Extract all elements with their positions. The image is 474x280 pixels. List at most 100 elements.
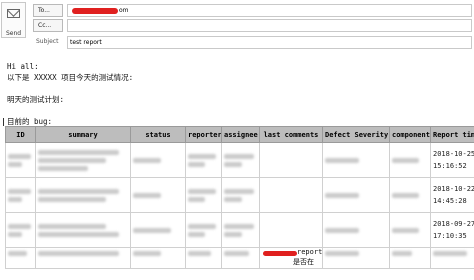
blurred-content: [8, 231, 22, 237]
blurred-content: [188, 188, 216, 194]
blurred-content: [188, 223, 216, 229]
report-date: 2018-09-27: [433, 220, 474, 228]
cell-summary: [35, 247, 131, 269]
report-date: 2018-10-22: [433, 185, 474, 193]
send-button-label: Send: [5, 30, 22, 37]
cc-button-label: Cc...: [38, 22, 52, 29]
col-header-last-comments: last comments: [259, 126, 323, 143]
cell-last-comments: report 是否在: [259, 247, 323, 269]
redacted-recipient: [72, 8, 118, 14]
blurred-content: [392, 251, 412, 256]
blurred-content: [224, 196, 243, 202]
blurred-content: [188, 153, 216, 159]
col-header-summary: summary: [35, 126, 131, 143]
cell-reporter: [185, 177, 222, 213]
blurred-content: [224, 161, 243, 167]
blurred-content: [224, 231, 243, 237]
cell-component: [389, 212, 431, 248]
blurred-content: [8, 196, 22, 202]
blurred-content: [8, 153, 31, 159]
cell-report-time: 2018-10-25 15:16:52: [430, 142, 474, 178]
subject-value: test report: [70, 39, 102, 46]
cell-component: [389, 142, 431, 178]
blurred-content: [38, 165, 88, 171]
blurred-content: [188, 196, 206, 202]
blurred-content: [224, 251, 249, 256]
to-field[interactable]: om: [67, 4, 472, 17]
table-row: 2018-09-27 17:10:35: [5, 212, 474, 248]
col-header-report-time: Report time: [430, 126, 474, 143]
col-header-assignee: assignee: [221, 126, 260, 143]
body-line-plan: 明天的测试计划:: [7, 95, 65, 104]
blurred-content: [224, 188, 254, 194]
table-row: 2018-10-25 15:16:52: [5, 142, 474, 178]
cell-id: [5, 247, 36, 269]
blurred-content: [8, 223, 31, 229]
cell-severity: [322, 142, 390, 178]
table-row: 2018-10-22 14:45:28: [5, 177, 474, 213]
subject-label: Subject: [36, 38, 59, 45]
blurred-content: [224, 223, 254, 229]
cc-field[interactable]: [67, 19, 472, 32]
report-clock: 14:45:28: [433, 197, 467, 205]
to-button[interactable]: To...: [33, 4, 63, 17]
blurred-content: [133, 251, 161, 256]
bug-table: ID summary status reporter assignee last…: [5, 126, 474, 269]
to-field-value: om: [119, 7, 129, 14]
cell-severity: [322, 212, 390, 248]
table-row: report 是否在: [5, 247, 474, 269]
blurred-content: [325, 227, 360, 233]
blurred-content: [38, 157, 106, 163]
report-date: 2018-10-25: [433, 150, 474, 158]
blurred-content: [188, 161, 206, 167]
blurred-content: [38, 149, 119, 155]
blurred-content: [433, 251, 467, 256]
comment-text: report: [297, 248, 323, 257]
body-line-status: 以下是 XXXXX 项目今天的测试情况:: [7, 73, 134, 82]
cell-status: [130, 142, 186, 178]
cell-severity: [322, 177, 390, 213]
cell-status: [130, 177, 186, 213]
blurred-content: [8, 161, 22, 167]
cell-reporter: [185, 142, 222, 178]
cell-component: [389, 247, 431, 269]
blurred-content: [38, 231, 119, 237]
blurred-content: [38, 251, 119, 256]
redacted-comment: [263, 251, 297, 256]
cell-status: [130, 247, 186, 269]
cell-report-time: 2018-10-22 14:45:28: [430, 177, 474, 213]
col-header-id: ID: [5, 126, 36, 143]
subject-field[interactable]: test report: [67, 36, 472, 49]
cc-button[interactable]: Cc...: [33, 19, 63, 32]
table-header-row: ID summary status reporter assignee last…: [5, 126, 474, 143]
cell-component: [389, 177, 431, 213]
blurred-content: [133, 157, 161, 163]
col-header-component: component: [389, 126, 431, 143]
report-clock: 17:10:35: [433, 232, 467, 240]
report-clock: 15:16:52: [433, 162, 467, 170]
blurred-content: [392, 227, 419, 233]
blurred-content: [38, 196, 106, 202]
send-envelope-icon: [7, 9, 20, 18]
cell-id: [5, 212, 36, 248]
cell-status: [130, 212, 186, 248]
blurred-content: [133, 192, 161, 198]
blurred-content: [392, 157, 419, 163]
col-header-defect-severity: Defect Severity: [322, 126, 390, 143]
cell-reporter: [185, 247, 222, 269]
comment-text-2: 是否在: [293, 258, 314, 266]
cell-summary: [35, 142, 131, 178]
blurred-content: [38, 188, 119, 194]
cell-last-comments: [259, 142, 323, 178]
cell-last-comments: [259, 177, 323, 213]
cell-assignee: [221, 247, 260, 269]
cell-report-time: 2018-09-27 17:10:35: [430, 212, 474, 248]
blurred-content: [392, 192, 419, 198]
send-button[interactable]: Send: [1, 2, 26, 38]
to-button-label: To...: [38, 7, 50, 14]
cell-summary: [35, 177, 131, 213]
blurred-content: [325, 192, 360, 198]
blurred-content: [8, 188, 31, 194]
cell-assignee: [221, 177, 260, 213]
col-header-reporter: reporter: [185, 126, 222, 143]
